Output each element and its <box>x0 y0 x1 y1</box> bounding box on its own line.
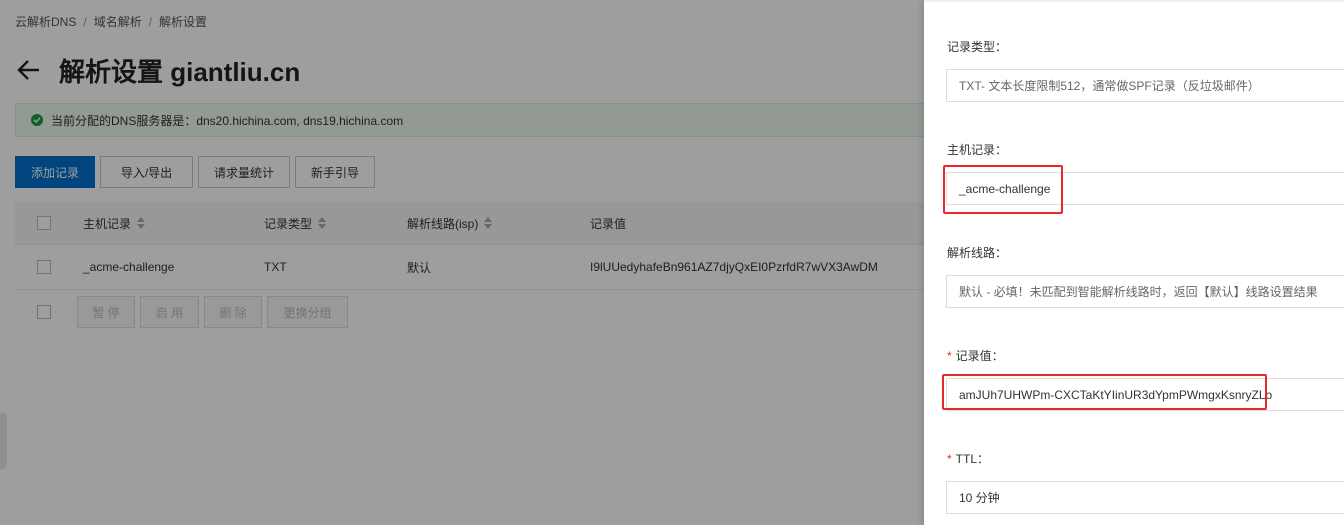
record-value-highlight <box>942 374 1267 410</box>
record-type-select[interactable]: TXT- 文本长度限制512，通常做SPF记录（反垃圾邮件） <box>946 69 1344 102</box>
resolution-line-select[interactable]: 默认 - 必填！未匹配到智能解析线路时，返回【默认】线路设置结果 <box>946 275 1344 308</box>
ttl-select[interactable]: 10 分钟 <box>946 481 1344 514</box>
modal-overlay[interactable] <box>0 0 924 525</box>
record-type-label: 记录类型： <box>947 40 1008 54</box>
host-record-label: 主机记录： <box>947 143 1008 157</box>
record-value-label: * 记录值： <box>947 347 1004 364</box>
add-record-drawer: 记录类型： TXT- 文本长度限制512，通常做SPF记录（反垃圾邮件） 主机记… <box>924 0 1344 525</box>
host-record-highlight <box>943 165 1063 214</box>
required-mark: * <box>947 349 952 363</box>
ttl-label: * TTL： <box>947 450 989 467</box>
required-mark: * <box>947 452 952 466</box>
record-value-label-text: 记录值： <box>955 349 1004 363</box>
drawer-top-border <box>924 0 1344 2</box>
ttl-label-text: TTL： <box>955 452 990 466</box>
resolution-line-label: 解析线路： <box>947 246 1008 260</box>
